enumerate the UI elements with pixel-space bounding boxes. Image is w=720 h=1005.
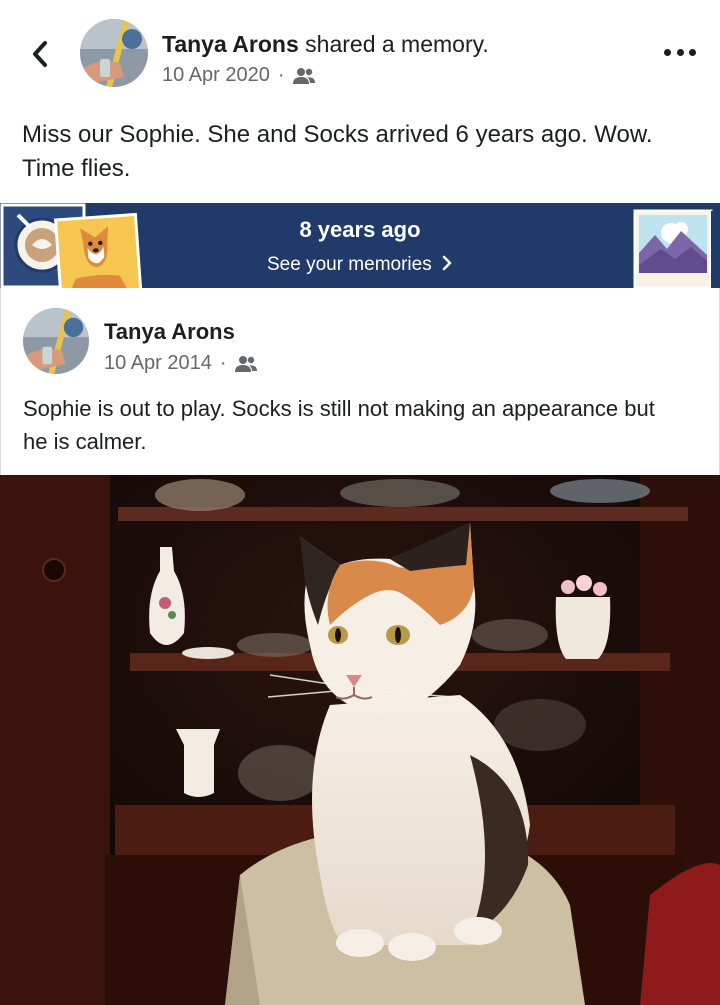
post-header: Tanya Arons shared a memory. 10 Apr 2020… — [0, 0, 720, 105]
post-action: shared a memory. — [305, 31, 489, 57]
memories-illustration-right — [633, 209, 720, 288]
shared-memory-post[interactable]: Tanya Arons 10 Apr 2014 · Sophie is out … — [0, 288, 720, 475]
shared-author-avatar[interactable] — [23, 308, 89, 374]
chevron-right-icon — [442, 255, 452, 271]
post-title: Tanya Arons shared a memory. — [162, 30, 489, 58]
memory-post-page: Tanya Arons shared a memory. 10 Apr 2020… — [0, 0, 720, 1005]
shared-post-text: Sophie is out to play. Socks is still no… — [23, 396, 655, 454]
calico-cat-photo[interactable] — [0, 475, 720, 1005]
more-options-button[interactable] — [664, 42, 696, 62]
shared-author-name[interactable]: Tanya Arons — [104, 319, 235, 345]
friends-icon — [234, 355, 257, 372]
shared-post-date[interactable]: 10 Apr 2014 — [104, 352, 212, 375]
author-name[interactable]: Tanya Arons — [162, 31, 299, 57]
post-text: Miss our Sophie. She and Socks arrived 6… — [22, 121, 653, 182]
author-avatar[interactable] — [80, 19, 148, 87]
friends-icon — [292, 67, 315, 84]
more-options-icon — [664, 48, 671, 56]
chevron-left-icon — [33, 41, 47, 67]
post-meta: 10 Apr 2020 · — [162, 64, 315, 87]
memories-banner-title: 8 years ago — [299, 217, 421, 242]
see-memories-label: See your memories — [266, 254, 432, 275]
post-date[interactable]: 10 Apr 2020 — [162, 64, 270, 87]
memories-banner[interactable]: 8 years ago See your memories — [0, 203, 720, 288]
meta-separator: · — [277, 64, 285, 86]
shared-post-meta: 10 Apr 2014 · — [104, 352, 257, 375]
meta-separator: · — [219, 352, 227, 374]
back-button[interactable] — [24, 38, 56, 70]
see-memories-link[interactable]: See your memories — [0, 254, 720, 276]
